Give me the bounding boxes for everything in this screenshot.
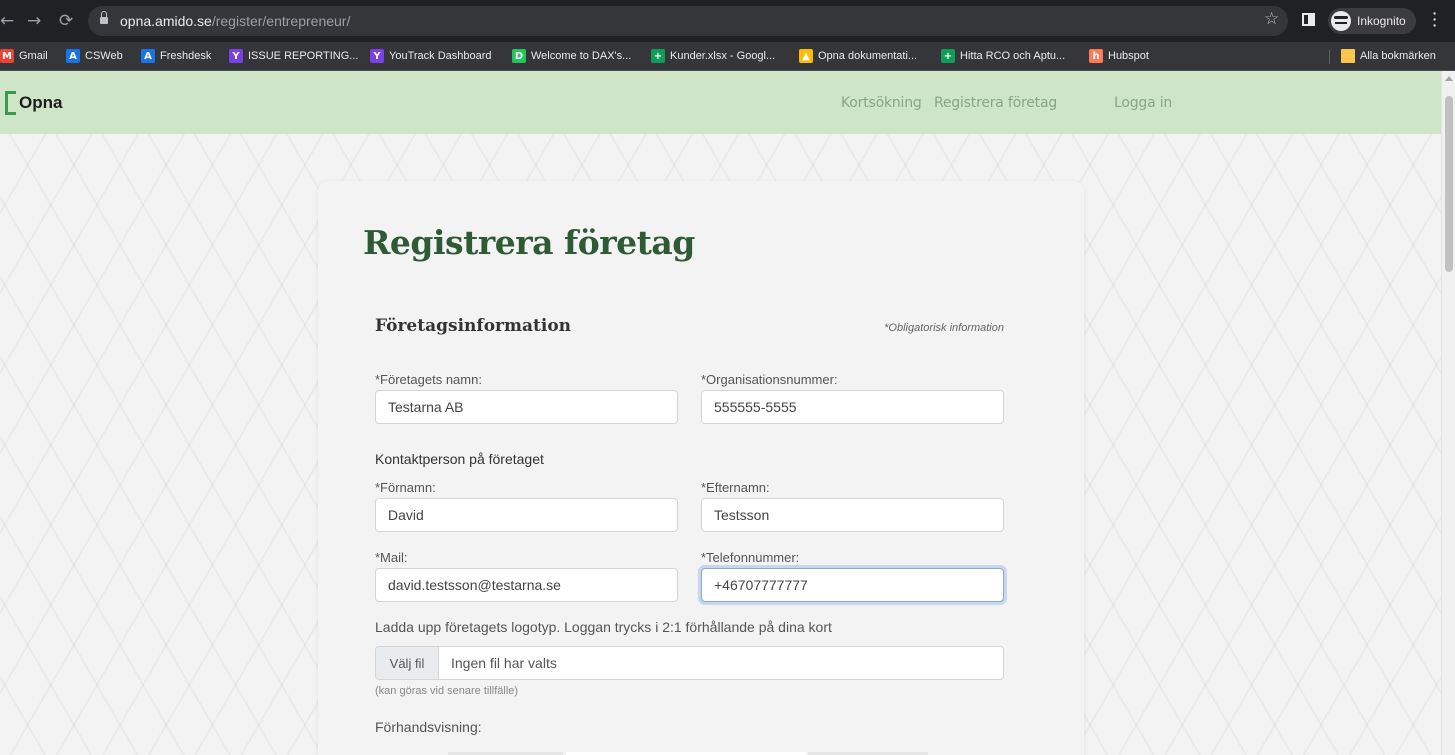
bookmark-youtrack-dashboard[interactable]: Y YouTrack Dashboard xyxy=(370,48,492,64)
bookmark-star-icon[interactable]: ☆ xyxy=(1264,9,1279,29)
browser-toolbar: ← → ⟳ opna.amido.se/register/entrepreneu… xyxy=(0,0,1455,42)
first-name-input[interactable] xyxy=(375,498,678,532)
bookmark-hubspot[interactable]: h Hubspot xyxy=(1089,48,1149,64)
required-note: *Obligatorisk information xyxy=(884,322,1004,334)
all-bookmarks[interactable]: Alla bokmärken xyxy=(1341,48,1436,64)
bookmark-gmail[interactable]: M Gmail xyxy=(0,48,48,64)
site-header: Opna Kortsökning Registrera företag Logg… xyxy=(0,71,1441,134)
logo-file-input[interactable]: Välj fil Ingen fil har valts xyxy=(375,646,1004,680)
phone-input[interactable] xyxy=(701,568,1004,602)
incognito-icon xyxy=(1331,11,1351,31)
nav-register-company[interactable]: Registrera företag xyxy=(934,95,1057,111)
phone-label: *Telefonnummer: xyxy=(701,550,800,565)
a-icon: A xyxy=(141,49,155,63)
forward-arrow-icon[interactable]: → xyxy=(27,11,41,31)
bookmarks-divider xyxy=(1329,50,1330,64)
logo-upload-label: Ladda upp företagets logotyp. Loggan try… xyxy=(375,619,832,635)
bookmark-kunder[interactable]: + Kunder.xlsx - Googl... xyxy=(651,48,775,64)
registration-card: Registrera företag Företagsinformation *… xyxy=(318,181,1084,755)
nav-login[interactable]: Logga in xyxy=(1114,95,1172,111)
mail-input[interactable] xyxy=(375,568,678,602)
opna-logo[interactable]: Opna xyxy=(5,91,62,115)
bookmark-hitta-rco[interactable]: + Hitta RCO och Aptu... xyxy=(941,48,1065,64)
lock-icon xyxy=(100,11,108,25)
org-number-input[interactable] xyxy=(701,390,1004,424)
scroll-thumb[interactable] xyxy=(1445,96,1453,272)
drive-icon: ▲ xyxy=(799,49,813,63)
bookmark-opna-docs[interactable]: ▲ Opna dokumentati... xyxy=(799,48,917,64)
bookmark-issue-reporting[interactable]: Y ISSUE REPORTING... xyxy=(229,48,358,64)
page-title: Registrera företag xyxy=(363,223,695,262)
bookmark-dax[interactable]: D Welcome to DAX's... xyxy=(512,48,631,64)
nav-card-search[interactable]: Kortsökning xyxy=(841,95,922,111)
bookmarks-bar: M Gmail A CSWeb A Freshdesk Y ISSUE REPO… xyxy=(0,42,1455,71)
opna-logo-icon xyxy=(5,91,16,115)
folder-icon xyxy=(1341,49,1355,63)
incognito-profile-button[interactable]: Inkognito xyxy=(1328,8,1416,34)
choose-file-button[interactable]: Välj fil xyxy=(376,647,439,679)
company-name-input[interactable] xyxy=(375,390,678,424)
gmail-icon: M xyxy=(0,49,14,63)
a-icon: A xyxy=(66,49,80,63)
file-status: Ingen fil har valts xyxy=(451,655,557,671)
page-scrollbar[interactable] xyxy=(1441,71,1455,755)
last-name-label: *Efternamn: xyxy=(701,480,770,495)
menu-kebab-icon[interactable]: · · · xyxy=(1431,6,1439,32)
bookmark-csweb[interactable]: A CSWeb xyxy=(66,48,123,64)
last-name-input[interactable] xyxy=(701,498,1004,532)
youtrack-icon: Y xyxy=(229,49,243,63)
dax-icon: D xyxy=(512,49,526,63)
contact-heading: Kontaktperson på företaget xyxy=(375,451,544,467)
company-name-label: *Företagets namn: xyxy=(375,372,482,387)
sheets-icon: + xyxy=(941,49,955,63)
preview-label: Förhandsvisning: xyxy=(375,719,482,735)
sheets-icon: + xyxy=(651,49,665,63)
reload-icon[interactable]: ⟳ xyxy=(59,11,73,31)
mail-label: *Mail: xyxy=(375,550,408,565)
side-panel-icon[interactable] xyxy=(1302,13,1315,26)
org-number-label: *Organisationsnummer: xyxy=(701,372,838,387)
upload-hint: (kan göras vid senare tillfälle) xyxy=(375,685,519,697)
scroll-up-arrow-icon[interactable] xyxy=(1445,76,1453,81)
bookmark-freshdesk[interactable]: A Freshdesk xyxy=(141,48,211,64)
back-arrow-icon[interactable]: ← xyxy=(0,11,14,31)
url-text[interactable]: opna.amido.se/register/entrepreneur/ xyxy=(120,13,350,29)
first-name-label: *Förnamn: xyxy=(375,480,436,495)
hubspot-icon: h xyxy=(1089,49,1103,63)
address-bar[interactable]: opna.amido.se/register/entrepreneur/ ☆ xyxy=(88,6,1288,36)
section-title: Företagsinformation xyxy=(375,316,572,336)
youtrack-icon: Y xyxy=(370,49,384,63)
